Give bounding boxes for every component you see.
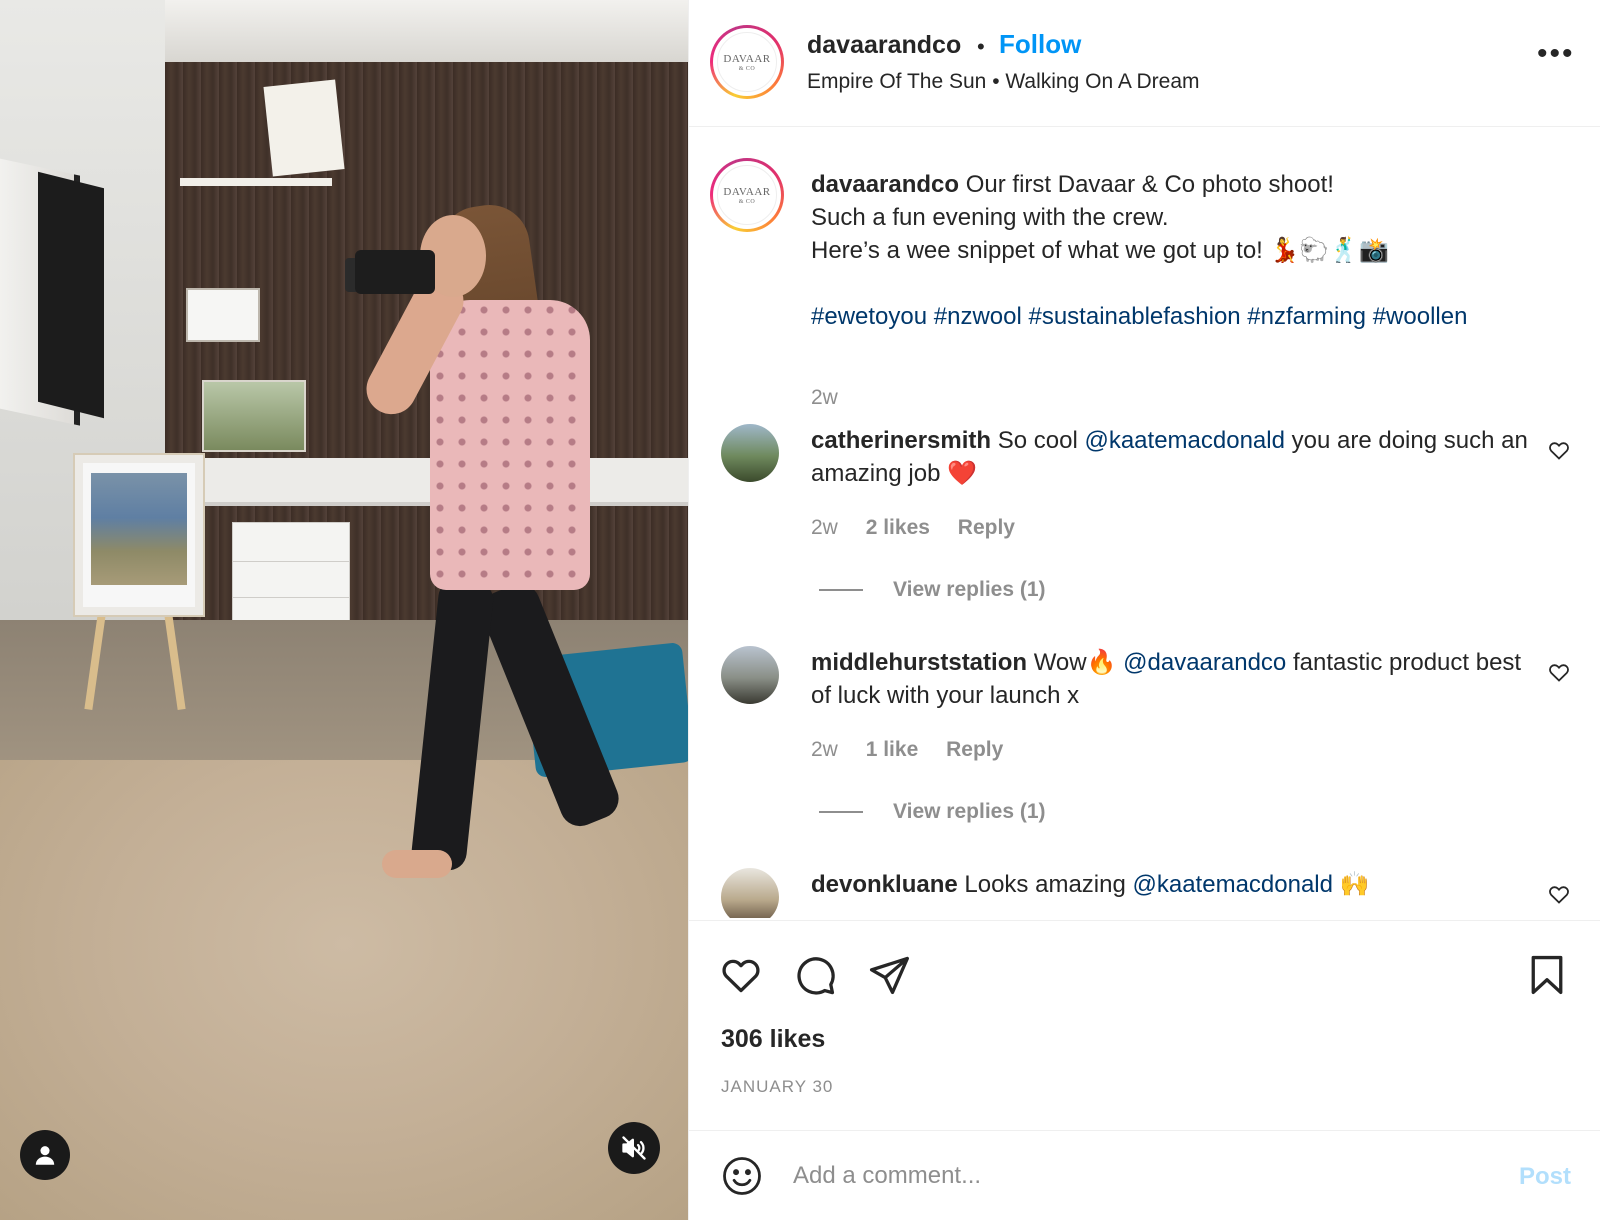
add-comment-bar: Post: [689, 1130, 1600, 1220]
separator-dot: •: [977, 34, 985, 59]
caption-line-2: Such a fun evening with the crew.: [811, 204, 1169, 231]
comment-like-heart-icon[interactable]: [1547, 882, 1571, 906]
caption-username[interactable]: davaarandco: [811, 171, 959, 198]
brand-logo-text: DAVAAR: [723, 52, 771, 65]
caption-age[interactable]: 2w: [811, 386, 838, 409]
comment-body: Looks amazing: [964, 871, 1126, 898]
comment-like-heart-icon[interactable]: [1547, 438, 1571, 462]
framed-horse-photo: [202, 380, 306, 452]
brand-logo-subtext: & CO: [738, 65, 756, 72]
wall-sign: [263, 79, 345, 177]
commenter-avatar[interactable]: [721, 424, 779, 482]
author-avatar[interactable]: DAVAAR & CO: [710, 25, 784, 99]
post-header: DAVAAR & CO davaarandco • Follow Empire …: [689, 0, 1600, 127]
view-replies-button[interactable]: View replies (1): [819, 578, 1046, 602]
post-date[interactable]: JANUARY 30: [721, 1077, 833, 1097]
post-actions-bar: 306 likes JANUARY 30: [689, 920, 1600, 1130]
view-replies-label: View replies (1): [893, 800, 1046, 823]
caption-author-avatar[interactable]: DAVAAR & CO: [710, 158, 784, 232]
caption-line-3: Here’s a wee snippet of what we got up t…: [811, 237, 1390, 264]
comments-scroll-area[interactable]: DAVAAR & CO davaarandco Our first Davaar…: [689, 128, 1600, 918]
view-replies-button[interactable]: View replies (1): [819, 800, 1046, 824]
comment-bubble-icon[interactable]: [793, 953, 837, 997]
post-comment-button[interactable]: Post: [1519, 1163, 1571, 1191]
speaker-muted-icon: [622, 1136, 646, 1160]
comment-text: devonkluane Looks amazing @kaatemacdonal…: [811, 868, 1531, 901]
brand-logo: DAVAAR & CO: [717, 32, 777, 92]
comment-reply-button[interactable]: Reply: [946, 738, 1003, 761]
replies-divider-line: [819, 811, 863, 814]
caption-hashtags[interactable]: #ewetoyou #nzwool #sustainablefashion #n…: [811, 303, 1467, 330]
framed-certificate: [186, 288, 260, 342]
comment-likes[interactable]: 1 like: [866, 738, 919, 761]
brand-logo-subtext: & CO: [738, 198, 756, 205]
save-bookmark-icon[interactable]: [1525, 953, 1569, 997]
comment-meta: 2w 1 like Reply: [811, 738, 1025, 762]
author-username[interactable]: davaarandco: [807, 31, 961, 60]
comment-likes[interactable]: 2 likes: [866, 516, 930, 539]
post-details-panel: DAVAAR & CO davaarandco • Follow Empire …: [688, 0, 1600, 1220]
commenter-username[interactable]: devonkluane: [811, 871, 958, 898]
commenter-avatar[interactable]: [721, 646, 779, 704]
rug: [0, 760, 688, 1220]
comment-body: Wow🔥: [1033, 649, 1117, 676]
comment-reply-button[interactable]: Reply: [958, 516, 1015, 539]
caption-text: davaarandco Our first Davaar & Co photo …: [811, 168, 1531, 333]
comment-meta: 2w 2 likes Reply: [811, 516, 1037, 540]
comment-like-heart-icon[interactable]: [1547, 660, 1571, 684]
easel-print: [75, 455, 203, 615]
person-shirt: [430, 300, 590, 590]
mute-button[interactable]: [608, 1122, 660, 1174]
comment-age[interactable]: 2w: [811, 738, 838, 761]
user-icon: [35, 1146, 55, 1165]
person-foot: [382, 850, 452, 878]
replies-divider-line: [819, 589, 863, 592]
studio-light: [38, 171, 104, 419]
comment-mention[interactable]: @kaatemacdonald: [1084, 427, 1284, 454]
comment-age[interactable]: 2w: [811, 516, 838, 539]
follow-button[interactable]: Follow: [999, 29, 1081, 60]
camera-body: [355, 250, 435, 294]
audio-track-link[interactable]: Empire Of The Sun • Walking On A Dream: [807, 70, 1200, 94]
comment-mention[interactable]: @kaatemacdonald: [1133, 871, 1333, 898]
wall-shelf: [180, 178, 332, 186]
comment-mention[interactable]: @davaarandco: [1123, 649, 1286, 676]
view-replies-label: View replies (1): [893, 578, 1046, 601]
like-heart-icon[interactable]: [719, 953, 763, 997]
caption-line-1: Our first Davaar & Co photo shoot!: [965, 171, 1334, 198]
commenter-username[interactable]: middlehurststation: [811, 649, 1027, 676]
emoji-smiley-icon[interactable]: [721, 1155, 763, 1197]
likes-count[interactable]: 306 likes: [721, 1025, 825, 1054]
comment-text: middlehurststation Wow🔥 @davaarandco fan…: [811, 646, 1531, 712]
commenter-username[interactable]: catherinersmith: [811, 427, 991, 454]
print-image: [91, 473, 187, 585]
commenter-avatar[interactable]: [721, 868, 779, 918]
tagged-users-button[interactable]: [20, 1130, 70, 1180]
brand-logo: DAVAAR & CO: [717, 165, 777, 225]
caption-meta: 2w: [811, 386, 860, 410]
share-send-icon[interactable]: [867, 953, 911, 997]
add-comment-input[interactable]: [793, 1155, 1453, 1197]
comment-body: So cool: [997, 427, 1078, 454]
comment-text: catherinersmith So cool @kaatemacdonald …: [811, 424, 1531, 490]
comment-body-rest: 🙌: [1339, 871, 1370, 898]
brand-logo-text: DAVAAR: [723, 185, 771, 198]
background-ceiling: [165, 0, 688, 62]
more-options-icon[interactable]: •••: [1537, 39, 1575, 69]
post-media-video[interactable]: [0, 0, 688, 1220]
